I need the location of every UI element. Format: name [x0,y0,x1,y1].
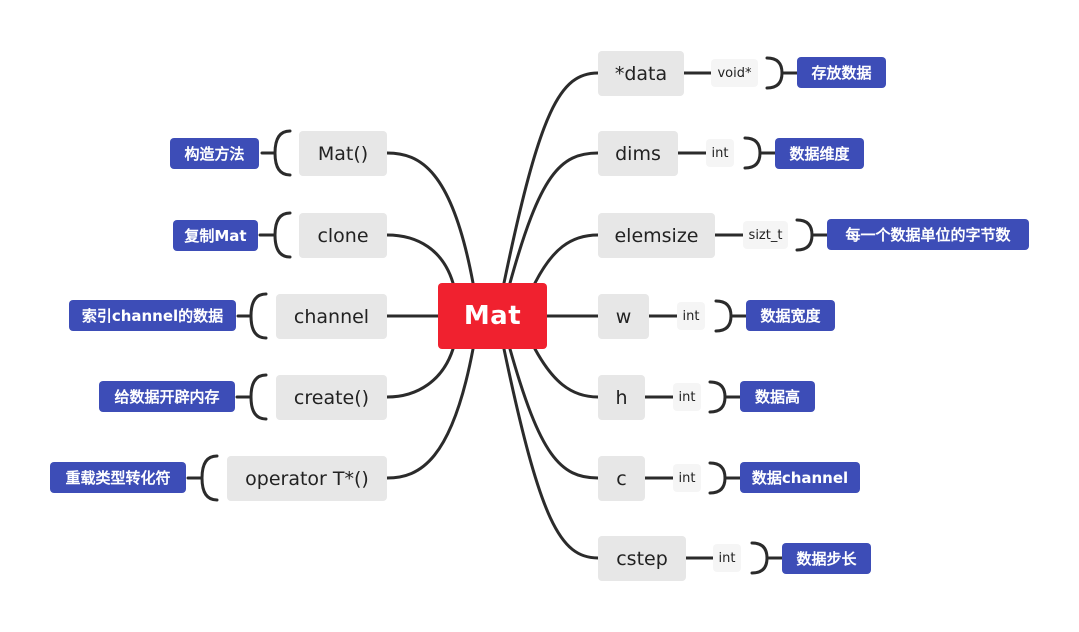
bracket-h [708,380,742,414]
type-w[interactable]: int [677,302,705,330]
central-topic-mat[interactable]: Mat [438,283,547,349]
desc-channel[interactable]: 索引channel的数据 [69,300,236,331]
desc-dims[interactable]: 数据维度 [775,138,864,169]
desc-h[interactable]: 数据高 [740,381,815,412]
topic-elemsize[interactable]: elemsize [598,213,715,258]
bracket-mat-ctor [260,129,292,177]
topic-mat-constructor[interactable]: Mat() [299,131,387,176]
bracket-cstep [750,541,784,575]
desc-c[interactable]: 数据channel [740,462,860,493]
connector-clone [385,233,455,285]
bracket-w [714,299,748,333]
connector-elemsize [533,233,600,285]
topic-channel[interactable]: channel [276,294,387,339]
topic-create[interactable]: create() [276,375,387,420]
desc-cstep[interactable]: 数据步长 [782,543,871,574]
connector-create [385,347,455,399]
type-h[interactable]: int [673,383,701,411]
topic-operator[interactable]: operator T*() [227,456,387,501]
connector-mat-ctor [385,151,475,285]
desc-mat-constructor[interactable]: 构造方法 [170,138,259,169]
topic-cstep[interactable]: cstep [598,536,686,581]
desc-data[interactable]: 存放数据 [797,57,886,88]
topic-data[interactable]: *data [598,51,684,96]
bracket-data [765,56,799,90]
bracket-create [235,373,268,421]
desc-w[interactable]: 数据宽度 [746,300,835,331]
bracket-c [708,461,742,495]
desc-elemsize[interactable]: 每一个数据单位的字节数 [827,219,1029,250]
connector-h [533,347,600,399]
topic-h[interactable]: h [598,375,645,420]
connector-c [508,347,600,480]
desc-create[interactable]: 给数据开辟内存 [99,381,235,412]
connector-operator [385,347,475,480]
type-dims[interactable]: int [706,139,734,167]
type-cstep[interactable]: int [713,544,741,572]
desc-operator[interactable]: 重载类型转化符 [50,462,186,493]
type-elemsize[interactable]: sizt_t [743,221,788,249]
topic-dims[interactable]: dims [598,131,678,176]
connector-dims [508,151,600,285]
mind-map: Mat Mat() clone channel create() operato… [0,0,1079,632]
topic-w[interactable]: w [598,294,649,339]
bracket-clone [258,211,292,259]
desc-clone[interactable]: 复制Mat [173,220,258,251]
topic-c[interactable]: c [598,456,645,501]
topic-clone[interactable]: clone [299,213,387,258]
bracket-elemsize [795,218,829,252]
bracket-channel [236,292,268,340]
type-c[interactable]: int [673,464,701,492]
type-data[interactable]: void* [711,59,758,87]
bracket-operator [186,454,219,502]
bracket-dims [743,136,777,170]
